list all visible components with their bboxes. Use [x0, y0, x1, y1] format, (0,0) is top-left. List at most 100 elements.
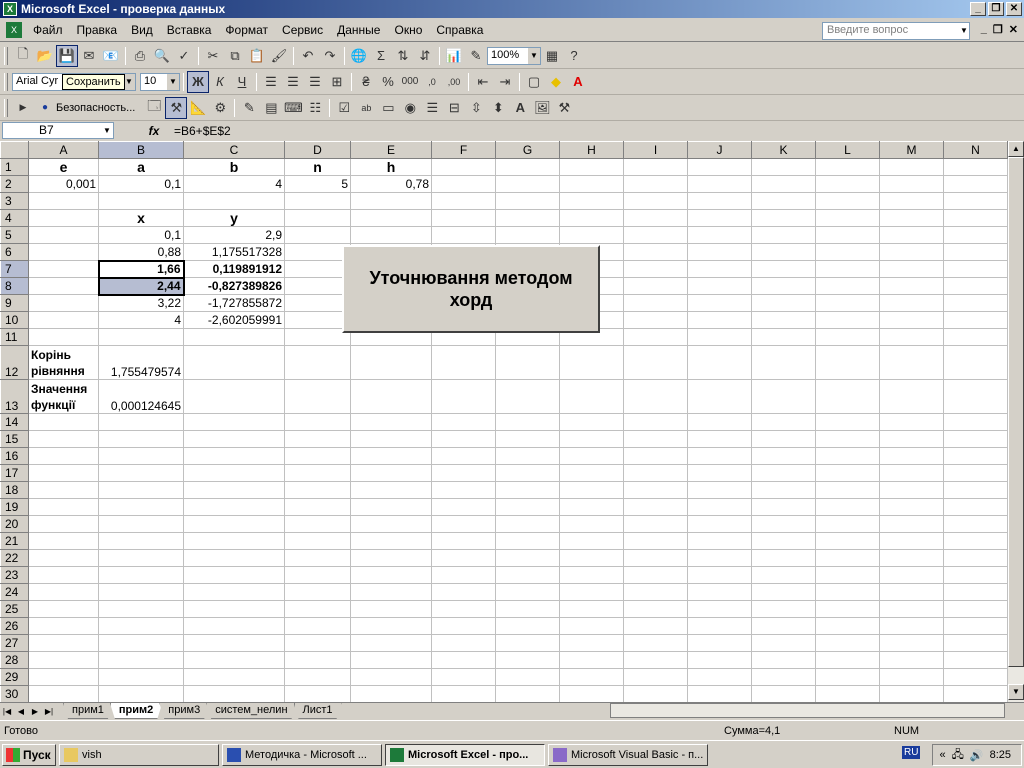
cell[interactable] — [350, 634, 432, 652]
cell[interactable] — [623, 498, 688, 516]
doc-close-button[interactable]: ✕ — [1009, 23, 1018, 36]
cell[interactable] — [350, 430, 432, 448]
cell[interactable] — [183, 379, 285, 414]
font-color-icon[interactable]: A — [567, 71, 589, 93]
fill-color-icon[interactable]: ◆ — [545, 71, 567, 93]
cell[interactable] — [183, 328, 285, 346]
cell[interactable] — [495, 192, 560, 210]
cell[interactable] — [943, 651, 1008, 669]
cell[interactable] — [751, 226, 816, 244]
cell[interactable] — [28, 685, 99, 702]
cell[interactable] — [495, 430, 560, 448]
cell-d1[interactable]: n — [284, 158, 351, 176]
cell[interactable] — [98, 600, 184, 618]
row-header[interactable]: 13 — [0, 379, 29, 414]
cell[interactable] — [28, 294, 99, 312]
cell-c2[interactable]: 4 — [183, 175, 285, 193]
cell[interactable] — [431, 583, 496, 601]
cell[interactable] — [350, 498, 432, 516]
cell[interactable] — [943, 464, 1008, 482]
cell[interactable] — [687, 209, 752, 227]
cell[interactable] — [28, 311, 99, 329]
cell[interactable] — [751, 600, 816, 618]
cell[interactable] — [623, 311, 688, 329]
cell[interactable] — [559, 532, 624, 550]
cell[interactable] — [879, 311, 944, 329]
language-indicator[interactable]: RU — [902, 746, 921, 759]
vertical-scrollbar[interactable]: ▲ ▼ — [1008, 141, 1024, 702]
cell-a1[interactable]: e — [28, 158, 99, 176]
cell[interactable] — [751, 158, 816, 176]
cell[interactable] — [559, 345, 624, 380]
cell[interactable] — [350, 226, 432, 244]
cell[interactable] — [623, 668, 688, 686]
autosum-icon[interactable]: Σ — [370, 45, 392, 67]
copy-icon[interactable]: ⧉ — [224, 45, 246, 67]
cell[interactable] — [284, 277, 351, 295]
sort-ascending-icon[interactable]: ⇅ — [392, 45, 414, 67]
menu-insert[interactable]: Вставка — [160, 23, 219, 37]
cell[interactable] — [687, 464, 752, 482]
col-header[interactable]: B — [98, 141, 184, 159]
cell[interactable] — [751, 685, 816, 702]
row-header[interactable]: 11 — [0, 328, 29, 346]
cell[interactable] — [751, 345, 816, 380]
close-button[interactable]: ✕ — [1006, 2, 1022, 16]
paste-icon[interactable]: 📋 — [246, 45, 268, 67]
cell[interactable] — [879, 294, 944, 312]
cell[interactable] — [28, 413, 99, 431]
cell[interactable] — [815, 685, 880, 702]
cell[interactable] — [28, 651, 99, 669]
cell[interactable] — [815, 260, 880, 278]
cell[interactable] — [183, 634, 285, 652]
cell[interactable] — [623, 634, 688, 652]
cell[interactable] — [751, 447, 816, 465]
cell[interactable] — [751, 209, 816, 227]
cell[interactable] — [815, 311, 880, 329]
cell[interactable] — [284, 498, 351, 516]
doc-minimize-button[interactable]: _ — [981, 23, 987, 36]
edit-label-icon[interactable]: ✎ — [238, 97, 260, 119]
sheet-tab-active[interactable]: прим2 — [110, 703, 162, 719]
textbox-control-icon[interactable]: ab — [355, 97, 377, 119]
design-mode-icon[interactable]: ⚒ — [165, 96, 188, 119]
drawing-icon[interactable]: ✎ — [465, 45, 487, 67]
cell[interactable] — [559, 379, 624, 414]
checkbox-control-icon[interactable]: ☑ — [333, 97, 355, 119]
cell[interactable] — [284, 549, 351, 567]
cell[interactable] — [559, 175, 624, 193]
cell[interactable] — [879, 328, 944, 346]
new-icon[interactable]: 🗋 — [12, 45, 34, 67]
cell[interactable] — [559, 617, 624, 635]
cell[interactable] — [623, 294, 688, 312]
print-preview-icon[interactable]: 🔍 — [151, 45, 173, 67]
row-header[interactable]: 27 — [0, 634, 29, 652]
cell[interactable] — [687, 430, 752, 448]
cell[interactable] — [943, 158, 1008, 176]
cell[interactable] — [284, 651, 351, 669]
cell[interactable] — [879, 430, 944, 448]
col-header[interactable]: H — [559, 141, 624, 159]
cell[interactable] — [687, 158, 752, 176]
cell[interactable] — [687, 549, 752, 567]
format-painter-icon[interactable]: 🖌 — [268, 45, 290, 67]
row-header[interactable]: 30 — [0, 685, 29, 702]
row-header[interactable]: 10 — [0, 311, 29, 329]
layout-icon[interactable]: ▦ — [541, 45, 563, 67]
cell[interactable] — [879, 464, 944, 482]
cell[interactable] — [687, 532, 752, 550]
cell[interactable] — [943, 532, 1008, 550]
cell[interactable] — [623, 515, 688, 533]
row-header[interactable]: 2 — [0, 175, 29, 193]
cell[interactable] — [879, 498, 944, 516]
cell[interactable] — [559, 566, 624, 584]
cell[interactable] — [431, 498, 496, 516]
cell[interactable] — [431, 430, 496, 448]
cell[interactable] — [431, 226, 496, 244]
increase-indent-icon[interactable]: ⇥ — [494, 71, 516, 93]
script-editor-icon[interactable]: ⚙ — [209, 97, 231, 119]
cell[interactable] — [879, 447, 944, 465]
cell[interactable] — [559, 464, 624, 482]
run-macro-icon[interactable]: ▶ — [12, 97, 34, 119]
row-header[interactable]: 1 — [0, 158, 29, 176]
